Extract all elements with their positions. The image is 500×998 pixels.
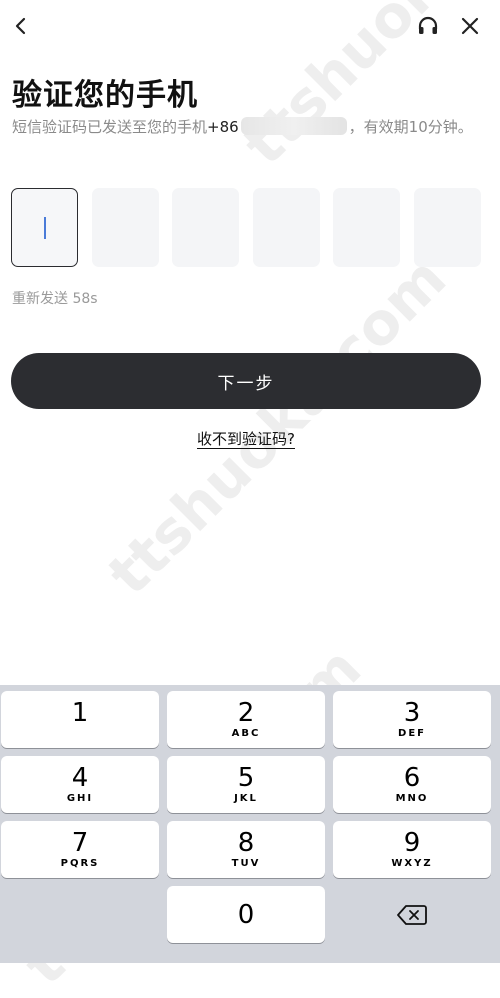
resend-countdown: 重新发送 58s — [12, 291, 98, 307]
subtitle-suffix: ，有效期10分钟。 — [348, 118, 473, 136]
sms-sent-description: 短信验证码已发送至您的手机+86 ，有效期10分钟。 — [12, 116, 474, 138]
country-code: +86 — [207, 118, 239, 136]
key-1[interactable]: 1 — [1, 691, 159, 748]
key-3[interactable]: 3 DEF — [333, 691, 491, 748]
close-icon — [461, 17, 479, 35]
key-5[interactable]: 5 JKL — [167, 756, 325, 813]
key-letters: TUV — [231, 858, 261, 869]
back-button[interactable] — [7, 12, 35, 40]
code-digit-box[interactable] — [333, 188, 400, 267]
key-letters: JKL — [234, 793, 258, 804]
code-digit-box[interactable] — [92, 188, 159, 267]
key-9[interactable]: 9 WXYZ — [333, 821, 491, 878]
no-code-link[interactable]: 收不到验证码? — [197, 430, 295, 448]
code-digit-box[interactable] — [253, 188, 320, 267]
key-number: 9 — [403, 828, 421, 858]
key-number: 6 — [403, 763, 421, 793]
key-letters: WXYZ — [391, 858, 433, 869]
masked-phone-number — [240, 117, 347, 135]
key-letters: GHI — [66, 793, 94, 804]
support-button[interactable] — [414, 12, 442, 40]
key-6[interactable]: 6 MNO — [333, 756, 491, 813]
key-2[interactable]: 2 ABC — [167, 691, 325, 748]
backspace-icon — [397, 904, 427, 925]
numeric-keyboard: 1 2 ABC 3 DEF 4 GHI 5 JKL 6 MNO 7 PQRS 8… — [0, 685, 500, 963]
key-number: 7 — [71, 828, 89, 858]
code-digit-box[interactable] — [11, 188, 78, 267]
key-8[interactable]: 8 TUV — [167, 821, 325, 878]
key-0[interactable]: 0 — [167, 886, 325, 943]
key-letters: PQRS — [60, 858, 100, 869]
close-button[interactable] — [456, 12, 484, 40]
code-digit-box[interactable] — [172, 188, 239, 267]
code-digit-box[interactable] — [414, 188, 481, 267]
watermark-text: ttshuoka.com — [95, 244, 460, 609]
subtitle-prefix: 短信验证码已发送至您的手机 — [12, 118, 208, 136]
headset-icon — [418, 16, 438, 34]
verification-code-input[interactable] — [11, 188, 481, 268]
key-letters: ABC — [231, 728, 261, 739]
key-letters: DEF — [398, 728, 426, 739]
key-number: 8 — [237, 828, 255, 858]
top-bar — [0, 0, 500, 52]
text-caret — [44, 217, 46, 239]
page-title: 验证您的手机 — [12, 78, 198, 113]
key-number: 1 — [71, 698, 89, 728]
key-letters: MNO — [395, 793, 429, 804]
key-number: 4 — [71, 763, 89, 793]
key-4[interactable]: 4 GHI — [1, 756, 159, 813]
no-code-link-row: 收不到验证码? — [0, 428, 492, 449]
key-number: 5 — [237, 763, 255, 793]
next-step-button[interactable]: 下一步 — [11, 353, 481, 409]
chevron-left-icon — [15, 17, 26, 35]
key-7[interactable]: 7 PQRS — [1, 821, 159, 878]
key-number: 2 — [237, 698, 255, 728]
key-number: 3 — [403, 698, 421, 728]
delete-key[interactable] — [333, 886, 491, 943]
key-number: 0 — [237, 899, 255, 930]
